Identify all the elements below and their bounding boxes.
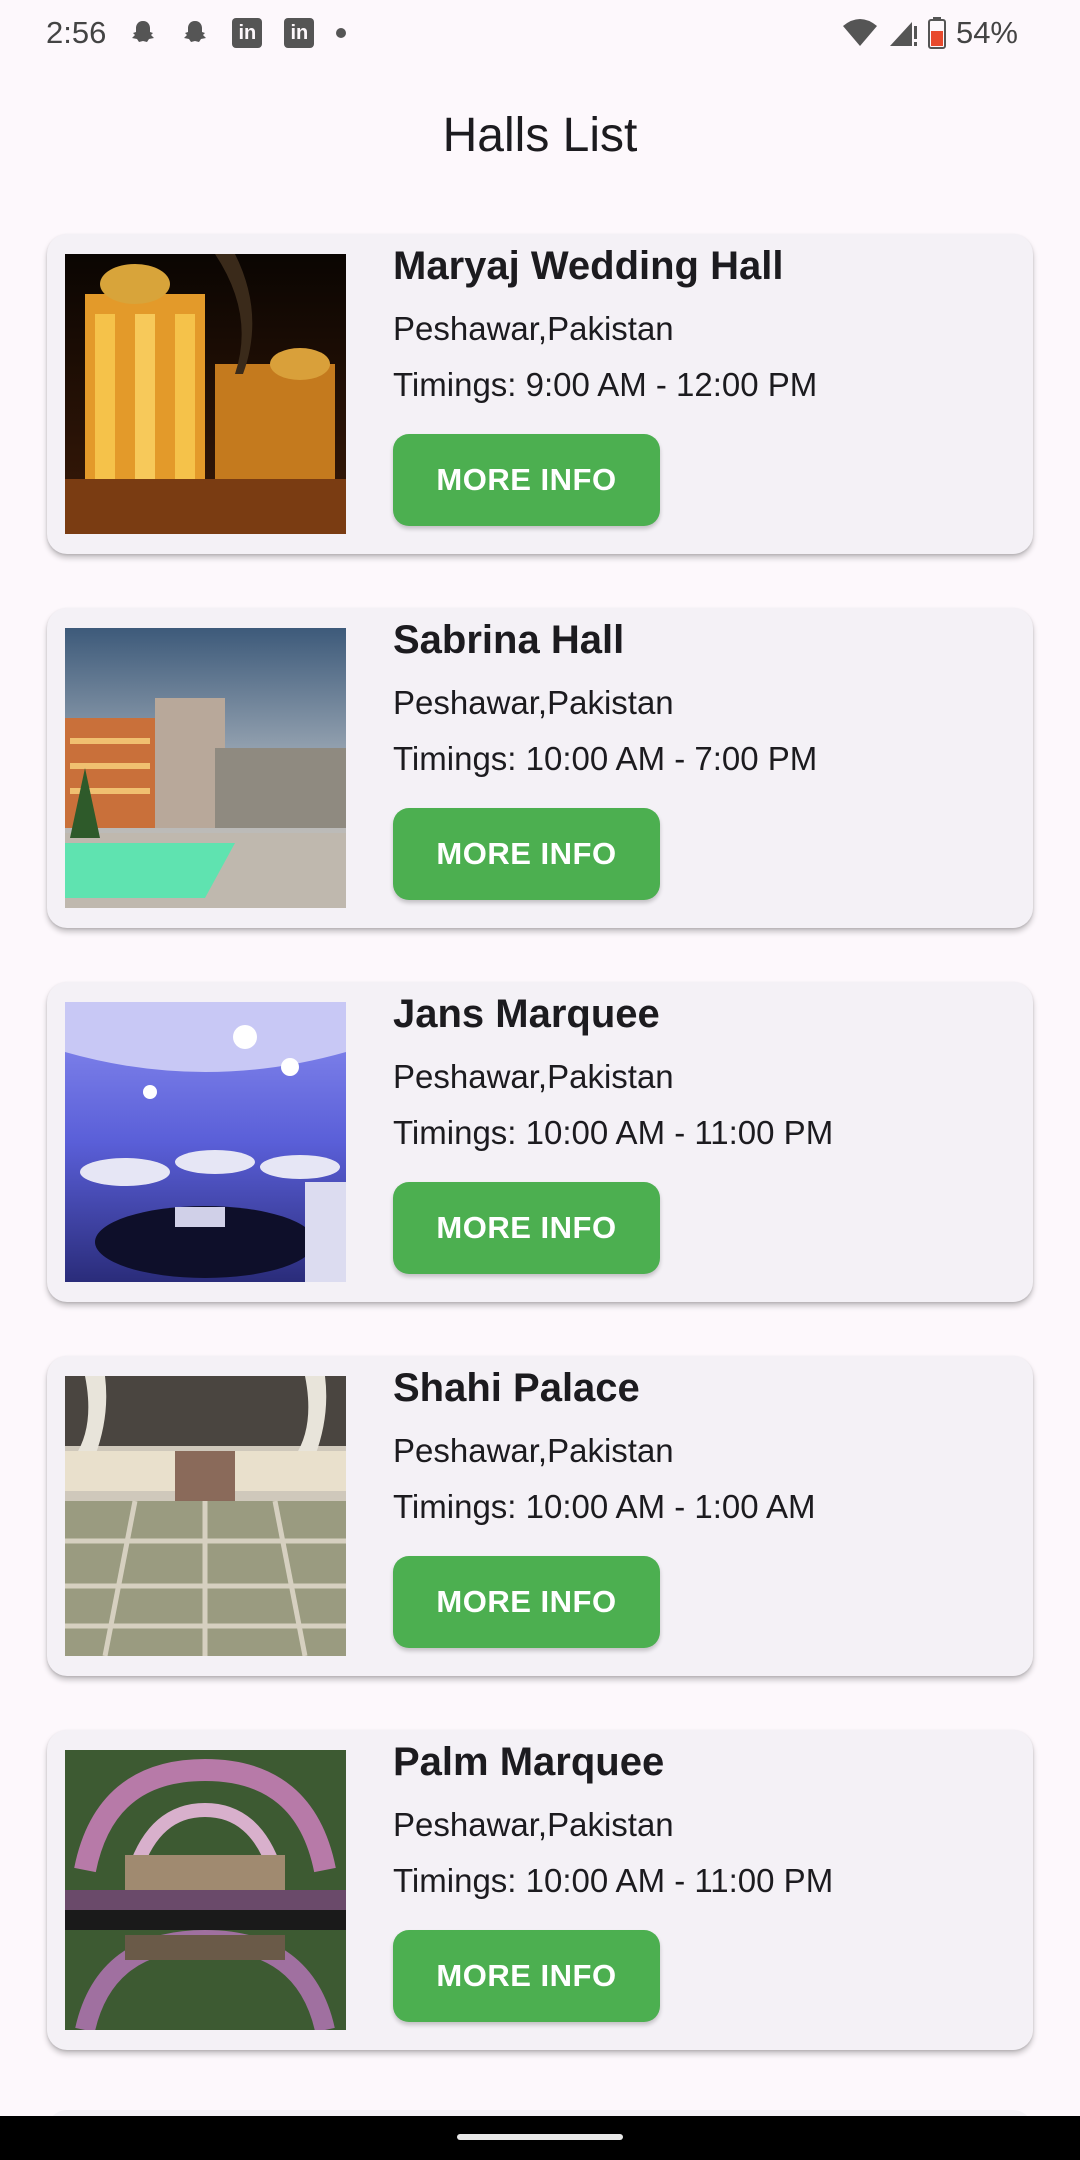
- more-info-button[interactable]: MORE INFO: [393, 1556, 660, 1648]
- hall-card: Jans Marquee Peshawar,Pakistan Timings: …: [47, 982, 1033, 1302]
- navigation-bar: [0, 2116, 1080, 2160]
- hall-image: [65, 1750, 346, 2030]
- hall-location: Peshawar,Pakistan: [393, 1806, 674, 1843]
- status-bar: 2:56 in in 54%: [0, 0, 1080, 66]
- more-info-button[interactable]: MORE INFO: [393, 1930, 660, 2022]
- hall-image: [65, 254, 346, 534]
- wifi-icon: [842, 18, 878, 48]
- more-info-button[interactable]: MORE INFO: [393, 808, 660, 900]
- hall-location: Peshawar,Pakistan: [393, 310, 674, 347]
- hall-image: [65, 1002, 346, 1282]
- linkedin-icon: in: [284, 18, 315, 48]
- more-info-button[interactable]: MORE INFO: [393, 1182, 660, 1274]
- hall-card: Shahi Palace Peshawar,Pakistan Timings: …: [47, 1356, 1033, 1676]
- hall-card: Sabrina Hall Peshawar,Pakistan Timings: …: [47, 608, 1033, 928]
- hall-name: Palm Marquee: [393, 1740, 665, 1784]
- hall-timings: Timings: 10:00 AM - 11:00 PM: [393, 1862, 834, 1899]
- more-dot-icon: [336, 28, 347, 38]
- hall-name: Maryaj Wedding Hall: [393, 244, 784, 288]
- hall-location: Peshawar,Pakistan: [393, 1432, 674, 1469]
- hall-timings: Timings: 10:00 AM - 1:00 AM: [393, 1488, 816, 1525]
- snapchat-icon: [180, 18, 210, 48]
- hall-location: Peshawar,Pakistan: [393, 1058, 674, 1095]
- signal-icon: [888, 18, 918, 48]
- page-title: Halls List: [442, 109, 638, 162]
- home-gesture-handle[interactable]: [457, 2134, 623, 2140]
- halls-list: Maryaj Wedding Hall Peshawar,Pakistan Ti…: [47, 234, 1033, 2050]
- hall-name: Jans Marquee: [393, 992, 660, 1036]
- hall-image: [65, 628, 346, 908]
- more-info-button[interactable]: MORE INFO: [393, 434, 660, 526]
- status-time: 2:56: [46, 15, 107, 50]
- hall-name: Shahi Palace: [393, 1366, 640, 1410]
- hall-timings: Timings: 10:00 AM - 7:00 PM: [393, 740, 818, 777]
- snapchat-icon: [128, 18, 158, 48]
- hall-timings: Timings: 10:00 AM - 11:00 PM: [393, 1114, 834, 1151]
- hall-image: [65, 1376, 346, 1656]
- hall-card: Palm Marquee Peshawar,Pakistan Timings: …: [47, 1730, 1033, 2050]
- battery-percent: 54%: [955, 15, 1018, 50]
- battery-icon: [927, 17, 946, 49]
- linkedin-icon: in: [232, 18, 263, 48]
- hall-card: Maryaj Wedding Hall Peshawar,Pakistan Ti…: [47, 234, 1033, 554]
- hall-name: Sabrina Hall: [393, 618, 625, 662]
- hall-timings: Timings: 9:00 AM - 12:00 PM: [393, 366, 818, 403]
- hall-location: Peshawar,Pakistan: [393, 684, 674, 721]
